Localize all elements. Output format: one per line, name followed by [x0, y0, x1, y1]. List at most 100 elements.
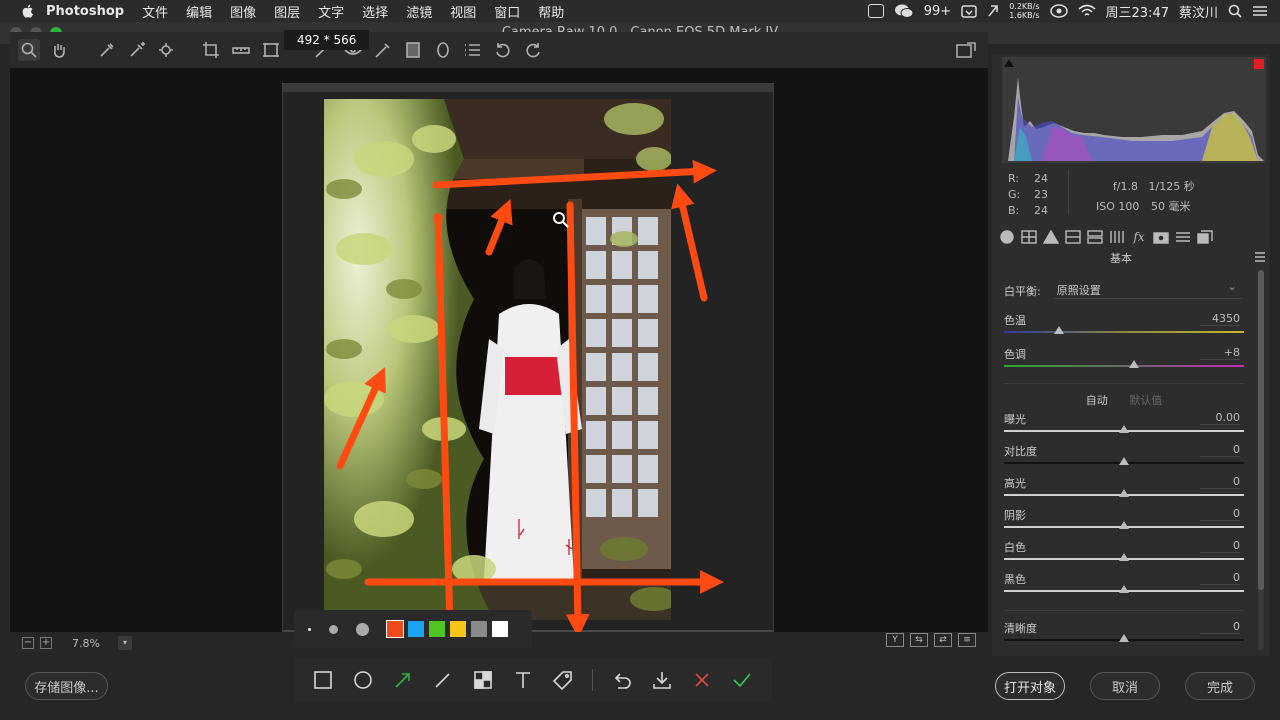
size-medium[interactable] [329, 624, 338, 634]
settings-toggle[interactable]: ≡ [958, 633, 976, 647]
tag-tool[interactable] [552, 669, 574, 691]
slider-value-field[interactable]: 0 [1200, 475, 1240, 489]
clock[interactable]: 周三23:47 [1106, 2, 1169, 21]
rotate-left-tool[interactable] [492, 39, 514, 61]
transform-tool[interactable] [260, 39, 282, 61]
preferences-tool[interactable] [462, 39, 484, 61]
white-balance-tool[interactable] [96, 39, 118, 61]
app-menu[interactable]: Photoshop [46, 4, 124, 19]
slider-value-field[interactable]: 0 [1200, 443, 1240, 457]
slider-thumb[interactable] [1128, 360, 1139, 368]
tab-snapshots[interactable] [1196, 229, 1214, 245]
search-icon[interactable] [1228, 4, 1242, 18]
tab-basic[interactable] [998, 229, 1016, 245]
panel-scrollbar[interactable] [1258, 270, 1264, 650]
menu-edit[interactable]: 编辑 [186, 2, 212, 21]
auto-button[interactable]: 自动 [1086, 394, 1108, 407]
slider-value-field[interactable]: 0.00 [1200, 411, 1240, 425]
apple-icon[interactable] [20, 3, 36, 19]
menu-file[interactable]: 文件 [142, 2, 168, 21]
undo-button[interactable] [611, 669, 633, 691]
wifi-icon[interactable] [1077, 4, 1096, 18]
share-icon[interactable] [987, 4, 999, 18]
pen-tool[interactable] [432, 669, 454, 691]
adjustment-brush-tool[interactable] [372, 39, 394, 61]
slider-track[interactable] [1004, 331, 1244, 333]
ellipse-tool[interactable] [352, 669, 374, 691]
download-button[interactable] [651, 669, 673, 691]
slider-track[interactable] [1004, 365, 1244, 367]
shadow-clip-indicator[interactable] [1004, 59, 1014, 67]
tab-lens[interactable] [1108, 229, 1126, 245]
camera-icon[interactable] [867, 4, 884, 18]
menu-view[interactable]: 视图 [450, 2, 476, 21]
highlight-clip-indicator[interactable] [1254, 59, 1264, 69]
menu-type[interactable]: 文字 [318, 2, 344, 21]
confirm-capture-button[interactable] [731, 669, 753, 691]
targeted-adjustment-tool[interactable] [156, 39, 178, 61]
slider-thumb[interactable] [1119, 585, 1129, 593]
color-swatch-gray[interactable] [471, 621, 487, 637]
done-button[interactable]: 完成 [1185, 672, 1255, 700]
zoom-tool[interactable] [18, 39, 40, 61]
slider-value-field[interactable]: 0 [1200, 620, 1240, 634]
hand-tool[interactable] [48, 39, 70, 61]
tab-detail[interactable] [1042, 229, 1060, 245]
wechat-icon[interactable] [894, 3, 914, 19]
notification-badge[interactable]: 99+ [924, 4, 951, 19]
slider-value-field[interactable]: 0 [1200, 571, 1240, 585]
cancel-capture-button[interactable] [691, 669, 713, 691]
cancel-button[interactable]: 取消 [1090, 672, 1160, 700]
rectangle-tool[interactable] [312, 669, 334, 691]
slider-thumb[interactable] [1119, 457, 1129, 465]
white-balance-select[interactable]: 原照设置 [1052, 279, 1243, 299]
slider-thumb[interactable] [1119, 489, 1129, 497]
tab-tone-curve[interactable] [1020, 229, 1038, 245]
user-name[interactable]: 蔡汶川 [1179, 2, 1218, 21]
zoom-out-button[interactable]: − [22, 637, 34, 649]
menu-window[interactable]: 窗口 [494, 2, 520, 21]
open-object-button[interactable]: 打开对象 [995, 672, 1065, 700]
menu-select[interactable]: 选择 [362, 2, 388, 21]
color-swatch-green[interactable] [429, 621, 445, 637]
cloud-icon[interactable] [1049, 4, 1068, 18]
crop-tool[interactable] [200, 39, 222, 61]
slider-value-field[interactable]: +8 [1200, 346, 1240, 360]
straighten-tool[interactable] [230, 39, 252, 61]
menu-list-icon[interactable] [1252, 4, 1268, 18]
slider-thumb[interactable] [1119, 521, 1129, 529]
tab-effects[interactable]: fx [1130, 229, 1148, 245]
color-swatch-white[interactable] [492, 621, 508, 637]
zoom-in-button[interactable]: + [40, 637, 52, 649]
fullscreen-icon[interactable] [955, 41, 977, 61]
slider-thumb[interactable] [1119, 425, 1129, 433]
color-swatch-orange[interactable] [386, 620, 404, 638]
tab-hsl[interactable] [1064, 229, 1082, 245]
arrow-tool[interactable] [392, 669, 414, 691]
color-sampler-tool[interactable] [126, 39, 148, 61]
menu-filter[interactable]: 滤镜 [406, 2, 432, 21]
size-small[interactable] [308, 627, 311, 631]
slider-value-field[interactable]: 0 [1200, 539, 1240, 553]
tab-calibration[interactable] [1152, 229, 1170, 245]
slider-thumb[interactable] [1054, 326, 1065, 334]
radial-filter-tool[interactable] [432, 39, 454, 61]
copy-settings-toggle[interactable]: ⇄ [934, 633, 952, 647]
color-swatch-yellow[interactable] [450, 621, 466, 637]
scrollbar-thumb[interactable] [1258, 270, 1264, 590]
slider-value-field[interactable]: 0 [1200, 507, 1240, 521]
slider-thumb[interactable] [1119, 634, 1129, 642]
text-tool[interactable] [512, 669, 534, 691]
mosaic-tool[interactable] [472, 669, 494, 691]
size-large[interactable] [356, 622, 369, 636]
color-swatch-blue[interactable] [408, 621, 424, 637]
save-image-button[interactable]: 存储图像... [25, 672, 108, 700]
default-button[interactable]: 默认值 [1129, 394, 1162, 407]
menu-image[interactable]: 图像 [230, 2, 256, 21]
graduated-filter-tool[interactable] [402, 39, 424, 61]
zoom-dropdown[interactable]: ▾ [118, 636, 132, 650]
menu-layer[interactable]: 图层 [274, 2, 300, 21]
swap-settings-toggle[interactable]: ⇆ [910, 633, 928, 647]
before-after-toggle[interactable]: Y [886, 633, 904, 647]
tab-split-toning[interactable] [1086, 229, 1104, 245]
